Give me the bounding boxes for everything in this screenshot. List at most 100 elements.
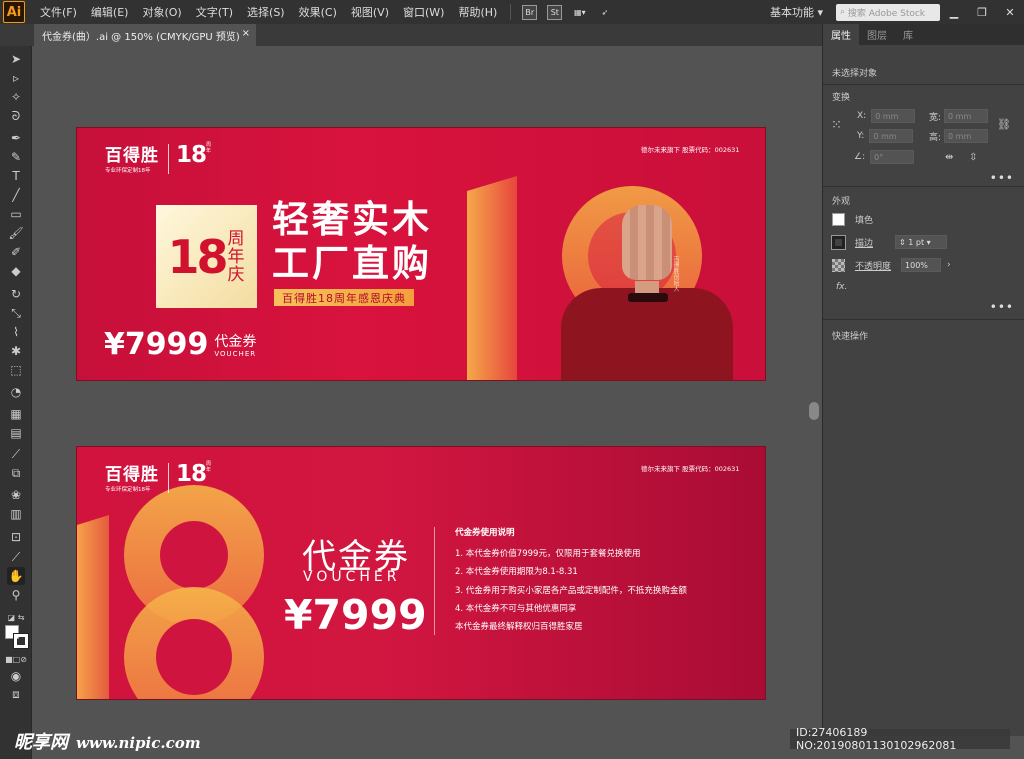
transform-more-button[interactable]: •••: [990, 171, 1014, 185]
screen-mode-icon[interactable]: ⧈: [7, 685, 25, 703]
h-field[interactable]: 0 mm: [944, 129, 989, 143]
illustrator-window: Ai 文件(F) 编辑(E) 对象(O) 文字(T) 选择(S) 效果(C) 视…: [0, 0, 1024, 759]
stock-search-field[interactable]: ⌕ 搜索 Adobe Stock: [836, 3, 940, 21]
artboard-1-banner[interactable]: 百得胜 专业环保定制18年 18 周年 德尔未来旗下 股票代码：002631 1…: [76, 127, 766, 381]
x-label: X:: [857, 111, 867, 121]
brand-logo: 百得胜: [105, 146, 159, 166]
appearance-title: 外观: [832, 197, 851, 207]
anniversary-suffix: 周年: [206, 142, 212, 154]
terms-item-1: 1. 本代金券价值7999元，仅限用于套餐兑换使用: [455, 549, 641, 559]
ai-app-icon: Ai: [3, 1, 25, 23]
artboard-tool-icon[interactable]: ⊡: [7, 528, 25, 546]
document-tab-bar: 代金券(曲）.ai @ 150% (CMYK/GPU 预览) ×: [0, 24, 822, 46]
headline-line-1: 轻奢实木: [272, 198, 432, 241]
panel-divider: [823, 186, 1024, 187]
shape-builder-tool-icon[interactable]: ◔: [7, 383, 25, 401]
stroke-color-swatch[interactable]: [13, 633, 29, 649]
opacity-field[interactable]: 100%: [901, 258, 942, 272]
angle-field[interactable]: 0°: [870, 150, 915, 164]
opacity-arrow-icon[interactable]: ›: [947, 260, 951, 270]
shaper-tool-icon[interactable]: ✐: [7, 243, 25, 261]
warp-tool-icon[interactable]: ⌇: [7, 323, 25, 341]
tab-layers[interactable]: 图层: [859, 24, 895, 45]
drawing-modes-icon[interactable]: ◉: [7, 667, 25, 685]
x-field[interactable]: 0 mm: [871, 109, 916, 123]
fill-swatch[interactable]: [832, 213, 845, 226]
symbol-sprayer-tool-icon[interactable]: ❀: [7, 486, 25, 504]
stroke-label[interactable]: 描边: [855, 236, 873, 249]
scale-tool-icon[interactable]: ⤡: [7, 304, 25, 322]
flip-horizontal-icon[interactable]: ⇹: [945, 152, 953, 163]
bridge-button[interactable]: Br: [522, 4, 538, 20]
stock-button[interactable]: St: [547, 4, 563, 20]
gpu-rocket-icon[interactable]: ➶: [597, 5, 612, 20]
zoom-tool-icon[interactable]: ⚲: [7, 586, 25, 604]
anniversary-logo-2: 18 周年: [176, 461, 213, 487]
menu-window[interactable]: 窗口(W): [396, 4, 451, 20]
restore-icon[interactable]: ❐: [968, 6, 996, 19]
eraser-tool-icon[interactable]: ◆: [7, 262, 25, 280]
blend-tool-icon[interactable]: ⧉: [7, 464, 25, 482]
magic-wand-tool-icon[interactable]: ✧: [7, 88, 25, 106]
selection-tool-icon[interactable]: ➤: [7, 50, 25, 68]
big-8-lower-hole: [156, 619, 232, 695]
appearance-more-button[interactable]: •••: [990, 300, 1014, 314]
curvature-tool-icon[interactable]: ✎: [7, 148, 25, 166]
constrain-proportions-icon[interactable]: ⛓: [997, 118, 1011, 131]
artboard-2-voucher[interactable]: 百得胜 专业环保定制18年 18 周年 德尔未来旗下 股票代码：002631 代…: [76, 446, 766, 700]
rotate-tool-icon[interactable]: ↻: [7, 285, 25, 303]
close-window-icon[interactable]: ✕: [996, 6, 1024, 19]
h-row: 高: 0 mm: [929, 129, 989, 143]
paintbrush-tool-icon[interactable]: 🖌: [7, 224, 25, 242]
gradient-tool-icon[interactable]: ▤: [7, 424, 25, 442]
tab-properties[interactable]: 属性: [823, 24, 859, 45]
opacity-label[interactable]: 不透明度: [855, 259, 891, 272]
rectangle-tool-icon[interactable]: ▭: [7, 205, 25, 223]
big-1-stroke: [467, 176, 517, 380]
tab-libraries[interactable]: 库: [895, 24, 921, 45]
x-row: X: 0 mm: [857, 109, 916, 123]
w-field[interactable]: 0 mm: [944, 109, 989, 123]
properties-panel: 属性 图层 库 未选择对象 变换 ⁙ X: 0 mm Y: 0 mm 宽: 0 mm …: [822, 24, 1024, 736]
menu-select[interactable]: 选择(S): [240, 4, 292, 20]
pen-tool-icon[interactable]: ✒: [7, 129, 25, 147]
puppet-warp-tool-icon[interactable]: ✱: [7, 342, 25, 360]
hand-tool-icon[interactable]: ✋: [7, 567, 25, 585]
stroke-weight-value: 1 pt: [908, 237, 925, 247]
free-transform-tool-icon[interactable]: ⬚: [7, 361, 25, 379]
line-tool-icon[interactable]: ╱: [7, 186, 25, 204]
stroke-weight-field[interactable]: ⇕ 1 pt ▾: [895, 235, 948, 249]
menu-file[interactable]: 文件(F): [33, 4, 84, 20]
opacity-icon: [832, 258, 845, 272]
type-tool-icon[interactable]: T: [7, 167, 25, 185]
stroke-swatch[interactable]: [831, 234, 846, 250]
graph-tool-icon[interactable]: ▥: [7, 505, 25, 523]
slice-tool-icon[interactable]: ⟋: [7, 548, 25, 566]
eyedropper-tool-icon[interactable]: ⟋: [7, 445, 25, 463]
anniversary-number-2: 18: [176, 461, 207, 487]
arrange-documents-icon[interactable]: ▦▾: [572, 5, 587, 20]
company-info: 德尔未来旗下 股票代码：002631: [641, 146, 740, 154]
menu-edit[interactable]: 编辑(E): [84, 4, 136, 20]
workspace-switcher[interactable]: 基本功能 ▾: [763, 4, 830, 20]
direct-selection-tool-icon[interactable]: ▹: [7, 69, 25, 87]
flip-vertical-icon[interactable]: ⇳: [969, 152, 977, 163]
fx-button[interactable]: fx.: [836, 282, 847, 292]
vertical-scrollbar-thumb[interactable]: [809, 402, 819, 420]
perspective-grid-tool-icon[interactable]: ▦: [7, 405, 25, 423]
menu-effect[interactable]: 效果(C): [292, 4, 344, 20]
y-field[interactable]: 0 mm: [869, 129, 914, 143]
lasso-tool-icon[interactable]: ᘐ: [7, 107, 25, 125]
reference-point-icon[interactable]: ⁙: [831, 118, 842, 133]
document-tab[interactable]: 代金券(曲）.ai @ 150% (CMYK/GPU 预览) ×: [34, 24, 256, 46]
menu-view[interactable]: 视图(V): [344, 4, 396, 20]
menu-object[interactable]: 对象(O): [135, 4, 188, 20]
stroke-row: 描边 ⇕ 1 pt ▾: [831, 234, 948, 250]
terms-divider: [434, 527, 435, 635]
minimize-icon[interactable]: ▁: [940, 6, 968, 19]
menu-type[interactable]: 文字(T): [189, 4, 240, 20]
swap-colors-icon[interactable]: ◪ ⇆: [7, 608, 25, 626]
menu-help[interactable]: 帮助(H): [451, 4, 504, 20]
color-mode-icons[interactable]: ■□⊘: [5, 650, 27, 668]
close-tab-icon[interactable]: ×: [242, 28, 250, 39]
